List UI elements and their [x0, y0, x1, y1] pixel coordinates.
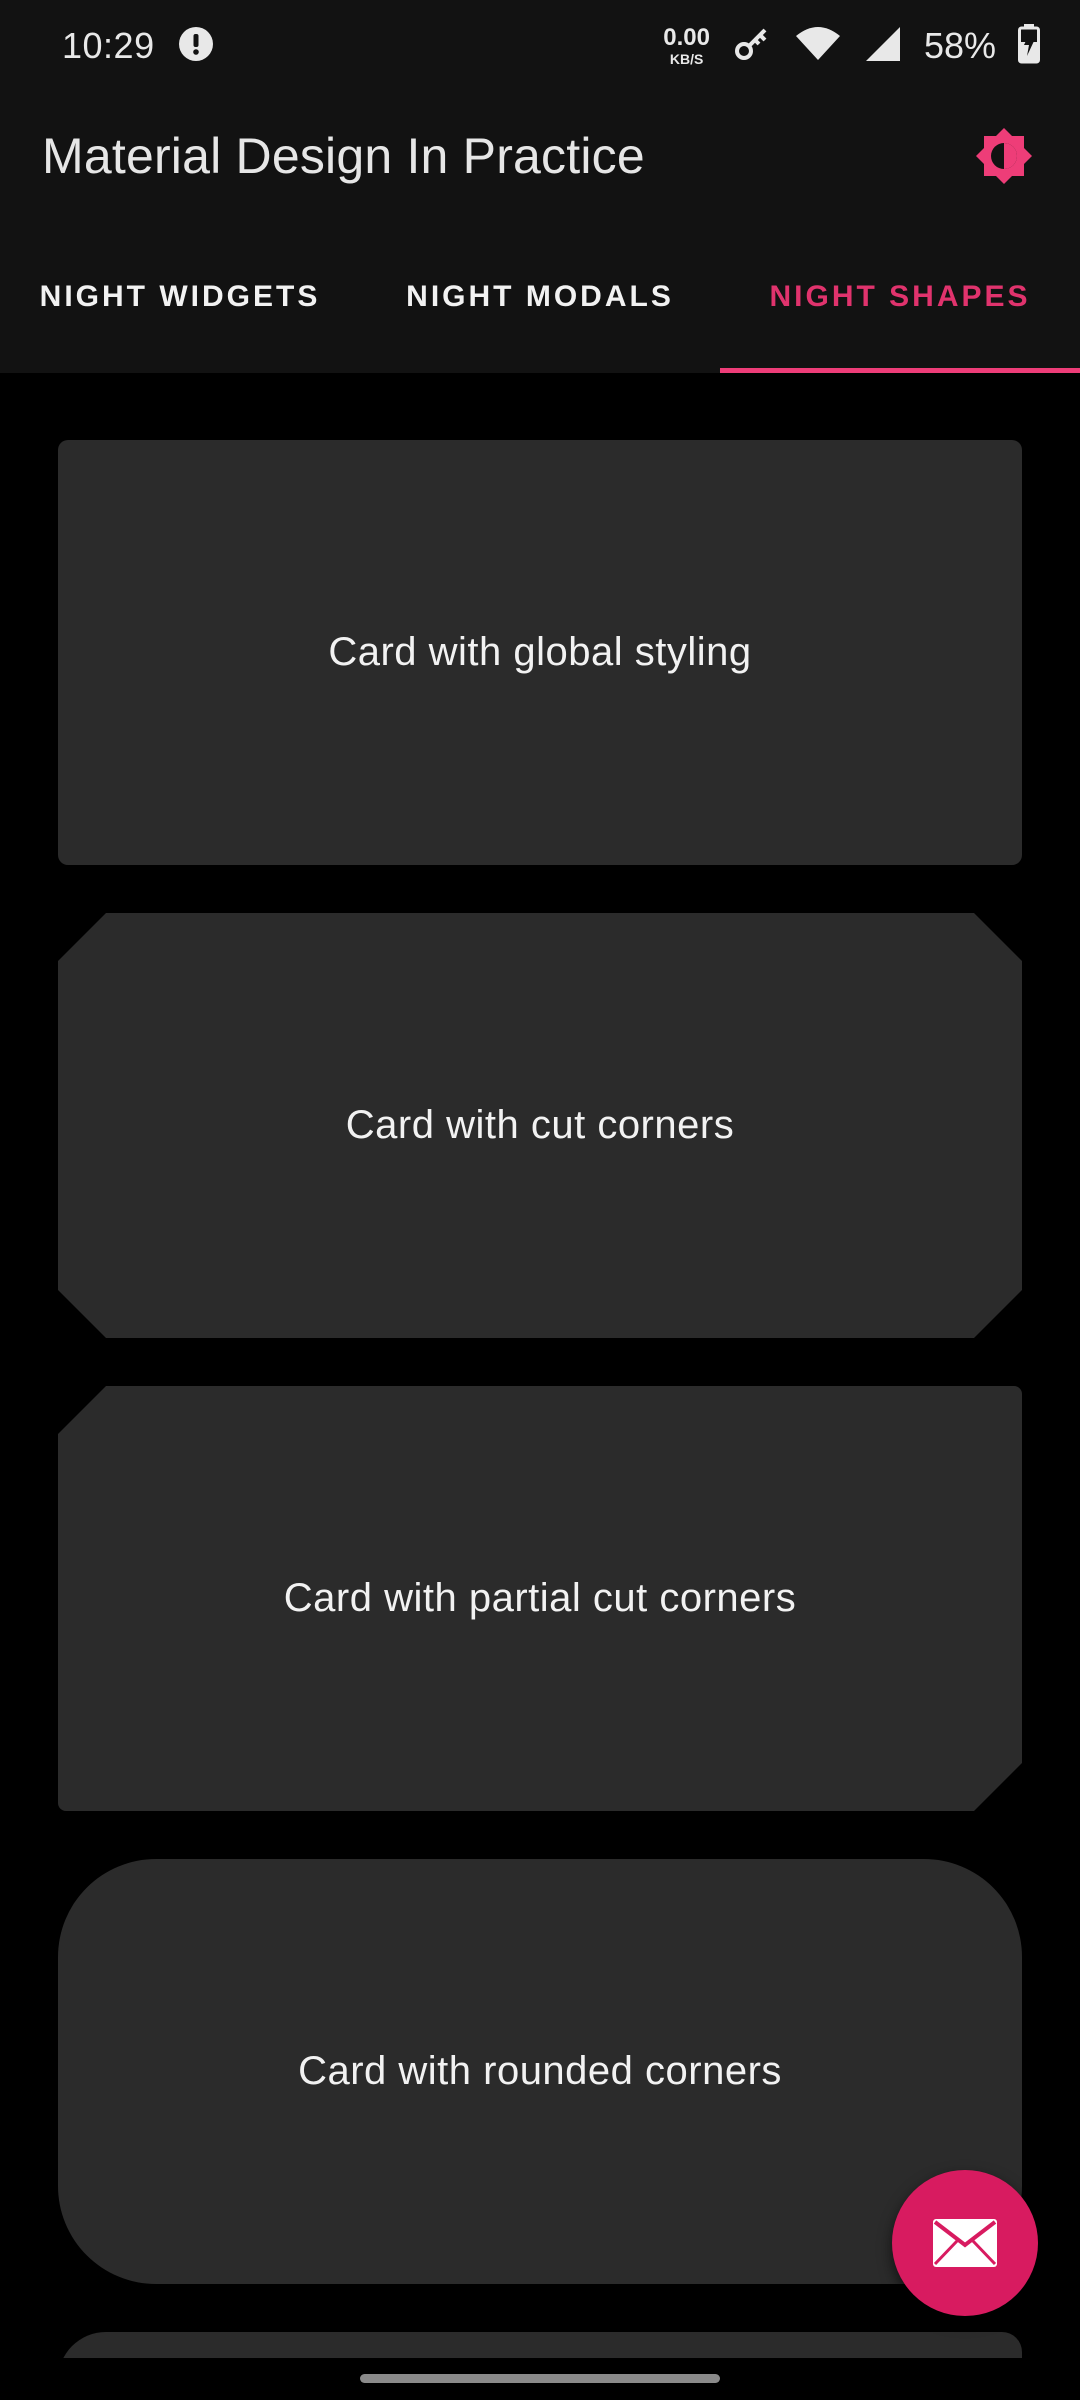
card-label: Card with global styling: [328, 630, 752, 674]
vpn-key-icon: [732, 24, 772, 69]
tab-label: NIGHT SHAPES: [769, 279, 1031, 313]
app-bar: Material Design In Practice: [0, 92, 1080, 220]
net-speed: 0.00 KB/S: [663, 24, 710, 67]
tab-night-shapes[interactable]: NIGHT SHAPES: [720, 220, 1080, 373]
battery-percent: 58%: [923, 25, 996, 66]
tab-label: NIGHT WIDGETS: [39, 279, 321, 313]
tab-bar: NIGHT WIDGETS NIGHT MODALS NIGHT SHAPES: [0, 220, 1080, 373]
tab-indicator: [720, 368, 1080, 373]
email-icon: [933, 2219, 997, 2267]
status-time: 10:29: [62, 25, 155, 66]
card-rounded-corners[interactable]: Card with rounded corners: [58, 1859, 1022, 2284]
status-bar: 10:29 0.00 KB/S 58%: [0, 0, 1080, 92]
cell-signal-icon: [864, 25, 902, 68]
wifi-icon: [794, 24, 842, 69]
card-partial-cut-corners[interactable]: Card with partial cut corners: [58, 1386, 1022, 1811]
card-label: Card with partial cut corners: [283, 1576, 797, 1620]
net-speed-value: 0.00: [663, 24, 710, 51]
theme-toggle-button[interactable]: [968, 120, 1040, 192]
gesture-nav-handle[interactable]: [360, 2374, 720, 2383]
brightness-icon: [976, 128, 1032, 184]
card-global-styling[interactable]: Card with global styling: [58, 440, 1022, 865]
tab-night-widgets[interactable]: NIGHT WIDGETS: [0, 220, 360, 373]
net-speed-unit: KB/S: [669, 51, 704, 67]
page-title: Material Design In Practice: [42, 128, 645, 184]
card-label: Card with rounded corners: [298, 2049, 782, 2093]
card-label: Card with cut corners: [345, 1103, 735, 1147]
battery-charging-icon: [1018, 23, 1040, 69]
app-screen: 10:29 0.00 KB/S 58% Material Design In P…: [0, 0, 1080, 2400]
tab-night-modals[interactable]: NIGHT MODALS: [360, 220, 720, 373]
notification-icon: [177, 25, 215, 68]
email-fab-button[interactable]: [892, 2170, 1038, 2316]
tab-label: NIGHT MODALS: [406, 279, 674, 313]
status-left: 10:29: [62, 25, 215, 68]
status-right: 0.00 KB/S 58%: [663, 23, 1040, 69]
card-cut-corners[interactable]: Card with cut corners: [58, 913, 1022, 1338]
